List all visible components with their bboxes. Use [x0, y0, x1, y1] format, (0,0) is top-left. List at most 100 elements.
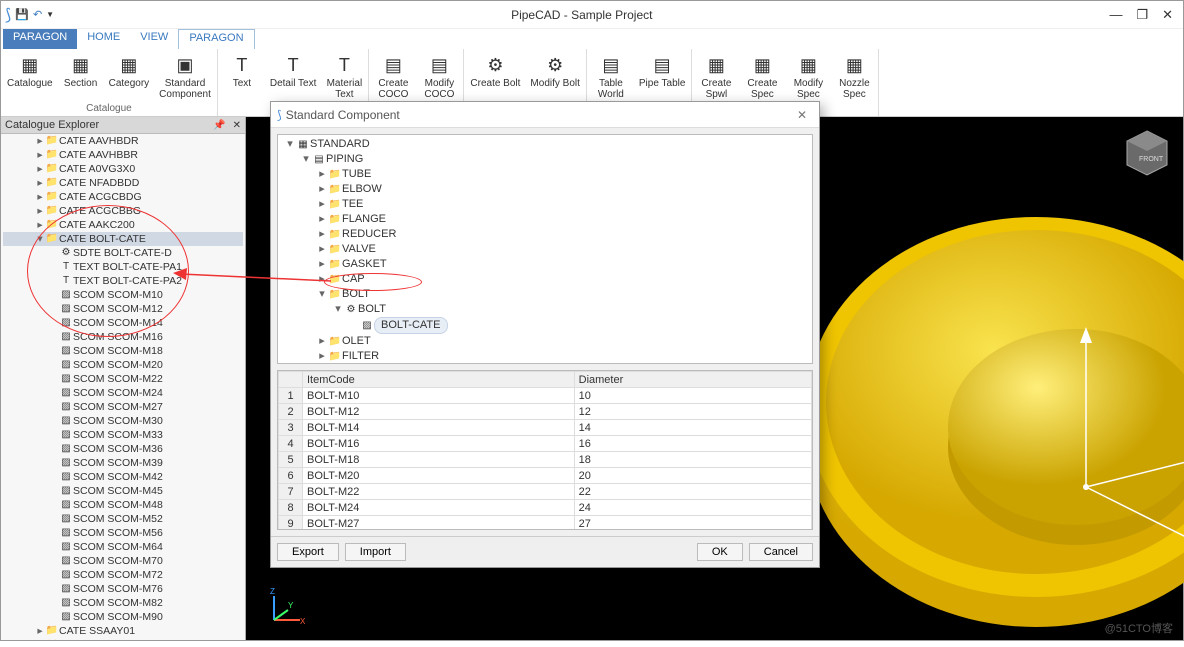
- tree-node[interactable]: ▨SCOM SCOM-M76: [3, 582, 243, 596]
- cell[interactable]: BOLT-M24: [303, 500, 575, 516]
- cell[interactable]: 12: [574, 404, 811, 420]
- pin-icon[interactable]: 📌: [213, 120, 225, 131]
- expand-icon[interactable]: ▸: [35, 176, 45, 190]
- tab-paragon-0[interactable]: PARAGON: [3, 29, 77, 49]
- table-row[interactable]: 1BOLT-M1010: [279, 388, 812, 404]
- expand-icon[interactable]: ▸: [35, 638, 45, 640]
- ribbon-btn-create-bolt[interactable]: ⚙Create Bolt: [468, 51, 522, 101]
- tab-home-1[interactable]: HOME: [77, 29, 130, 49]
- table-row[interactable]: 5BOLT-M1818: [279, 452, 812, 468]
- dialog-tree-node[interactable]: ▸📁ELBOW: [280, 182, 810, 197]
- tree-node[interactable]: ▨SCOM SCOM-M24: [3, 386, 243, 400]
- expand-icon[interactable]: ▸: [316, 257, 328, 272]
- dialog-tree-node[interactable]: ▨BOLT-CATE: [280, 317, 810, 334]
- tree-node[interactable]: ▨SCOM SCOM-M90: [3, 610, 243, 624]
- expand-icon[interactable]: ▸: [35, 162, 45, 176]
- export-button[interactable]: Export: [277, 543, 339, 561]
- tree-node[interactable]: ▸📁CATE ACGCBBG: [3, 204, 243, 218]
- dialog-tree-node[interactable]: ▸📁REDUCER: [280, 227, 810, 242]
- tree-node[interactable]: ▨SCOM SCOM-M36: [3, 442, 243, 456]
- tree-node[interactable]: ▨SCOM SCOM-M22: [3, 372, 243, 386]
- tab-paragon-3[interactable]: PARAGON: [178, 29, 254, 49]
- tree-node[interactable]: ▨SCOM SCOM-M72: [3, 568, 243, 582]
- tree-node[interactable]: ▨SCOM SCOM-M70: [3, 554, 243, 568]
- ribbon-btn-nozzle-spec[interactable]: ▦NozzleSpec: [834, 51, 874, 102]
- expand-icon[interactable]: ▸: [35, 218, 45, 232]
- cell[interactable]: 27: [574, 516, 811, 531]
- tree-node[interactable]: ▨SCOM SCOM-M45: [3, 484, 243, 498]
- tree-node[interactable]: ▨SCOM SCOM-M48: [3, 498, 243, 512]
- dialog-tree-node[interactable]: ▾📁BOLT: [280, 287, 810, 302]
- cell[interactable]: BOLT-M16: [303, 436, 575, 452]
- cell[interactable]: BOLT-M22: [303, 484, 575, 500]
- ribbon-btn-modify-spec[interactable]: ▦ModifySpec: [788, 51, 828, 102]
- table-row[interactable]: 9BOLT-M2727: [279, 516, 812, 531]
- table-row[interactable]: 7BOLT-M2222: [279, 484, 812, 500]
- dialog-header[interactable]: ⟆ Standard Component ✕: [271, 102, 819, 128]
- tree-node[interactable]: ▨SCOM SCOM-M39: [3, 456, 243, 470]
- maximize-icon[interactable]: ❐: [1136, 7, 1148, 23]
- ribbon-btn-detail-text[interactable]: TDetail Text: [268, 51, 319, 102]
- tree-node[interactable]: ▨SCOM SCOM-M27: [3, 400, 243, 414]
- expand-icon[interactable]: ▾: [284, 137, 296, 152]
- ribbon-btn-pipe-table[interactable]: ▤Pipe Table: [637, 51, 688, 102]
- cell[interactable]: 24: [574, 500, 811, 516]
- expand-icon[interactable]: ▸: [316, 349, 328, 364]
- table-row[interactable]: 8BOLT-M2424: [279, 500, 812, 516]
- expand-icon[interactable]: ▸: [316, 334, 328, 349]
- ribbon-btn-create-coco[interactable]: ▤CreateCOCO: [373, 51, 413, 102]
- dialog-tree-node[interactable]: ▸📁GASKET: [280, 257, 810, 272]
- ribbon-btn-modify-coco[interactable]: ▤ModifyCOCO: [419, 51, 459, 102]
- tree-node[interactable]: ▨SCOM SCOM-M52: [3, 512, 243, 526]
- expand-icon[interactable]: ▸: [35, 190, 45, 204]
- cell[interactable]: BOLT-M18: [303, 452, 575, 468]
- dialog-tree[interactable]: ▾▦STANDARD▾▤PIPING▸📁TUBE▸📁ELBOW▸📁TEE▸📁FL…: [277, 134, 813, 364]
- cell[interactable]: 16: [574, 436, 811, 452]
- ribbon-btn-standard-component[interactable]: ▣StandardComponent: [157, 51, 213, 102]
- expand-icon[interactable]: ▸: [35, 148, 45, 162]
- cell[interactable]: BOLT-M12: [303, 404, 575, 420]
- table-row[interactable]: 4BOLT-M1616: [279, 436, 812, 452]
- table-row[interactable]: 2BOLT-M1212: [279, 404, 812, 420]
- tree-node[interactable]: ▨SCOM SCOM-M82: [3, 596, 243, 610]
- dialog-tree-node[interactable]: ▸📁FILTER: [280, 349, 810, 364]
- save-icon[interactable]: 💾: [15, 8, 29, 21]
- view-cube[interactable]: FRONT: [1121, 127, 1173, 179]
- expand-icon[interactable]: ▾: [316, 287, 328, 302]
- expand-icon[interactable]: ▸: [35, 624, 45, 638]
- expand-icon[interactable]: ▾: [35, 232, 45, 246]
- tree-node[interactable]: ▨SCOM SCOM-M12: [3, 302, 243, 316]
- tree-node[interactable]: ▨SCOM SCOM-M64: [3, 540, 243, 554]
- explorer-tree[interactable]: ▸📁CATE AAVHBDR▸📁CATE AAVHBBR▸📁CATE A0VG3…: [1, 134, 245, 640]
- ribbon-btn-section[interactable]: ▦Section: [61, 51, 101, 102]
- tree-node[interactable]: ▸📁CATE ACGCBDG: [3, 190, 243, 204]
- tree-node[interactable]: ▸📁CATE AAVHBBR: [3, 148, 243, 162]
- dialog-tree-node[interactable]: ▸📁OLET: [280, 334, 810, 349]
- tree-node[interactable]: ▨SCOM SCOM-M14: [3, 316, 243, 330]
- expand-icon[interactable]: ▸: [316, 197, 328, 212]
- undo-icon[interactable]: ↶: [33, 8, 42, 21]
- tree-node[interactable]: ▸📁CATE A0VG3X0: [3, 162, 243, 176]
- expand-icon[interactable]: ▸: [316, 182, 328, 197]
- expand-icon[interactable]: ▸: [316, 242, 328, 257]
- tree-node[interactable]: ▨SCOM SCOM-M56: [3, 526, 243, 540]
- dialog-tree-node[interactable]: ▾⚙BOLT: [280, 302, 810, 317]
- dialog-close-icon[interactable]: ✕: [791, 108, 813, 122]
- cell[interactable]: BOLT-M27: [303, 516, 575, 531]
- ribbon-btn-table-world[interactable]: ▤TableWorld: [591, 51, 631, 102]
- expand-icon[interactable]: ▸: [316, 167, 328, 182]
- cell[interactable]: 10: [574, 388, 811, 404]
- ribbon-btn-catalogue[interactable]: ▦Catalogue: [5, 51, 55, 102]
- cell[interactable]: 18: [574, 452, 811, 468]
- ribbon-btn-create-spec[interactable]: ▦CreateSpec: [742, 51, 782, 102]
- tree-node[interactable]: ⚙SDTE BOLT-CATE-D: [3, 246, 243, 260]
- cell[interactable]: BOLT-M20: [303, 468, 575, 484]
- tree-node[interactable]: ▸📁CATE NFADBDD: [3, 176, 243, 190]
- col-diameter[interactable]: Diameter: [574, 372, 811, 388]
- panel-close-icon[interactable]: ✕: [229, 120, 241, 131]
- tree-node[interactable]: TTEXT BOLT-CATE-PA2: [3, 274, 243, 288]
- dialog-tree-node[interactable]: ▸📁TEE: [280, 197, 810, 212]
- expand-icon[interactable]: ▸: [316, 227, 328, 242]
- qat-dropdown-icon[interactable]: ▼: [46, 10, 54, 19]
- table-row[interactable]: 3BOLT-M1414: [279, 420, 812, 436]
